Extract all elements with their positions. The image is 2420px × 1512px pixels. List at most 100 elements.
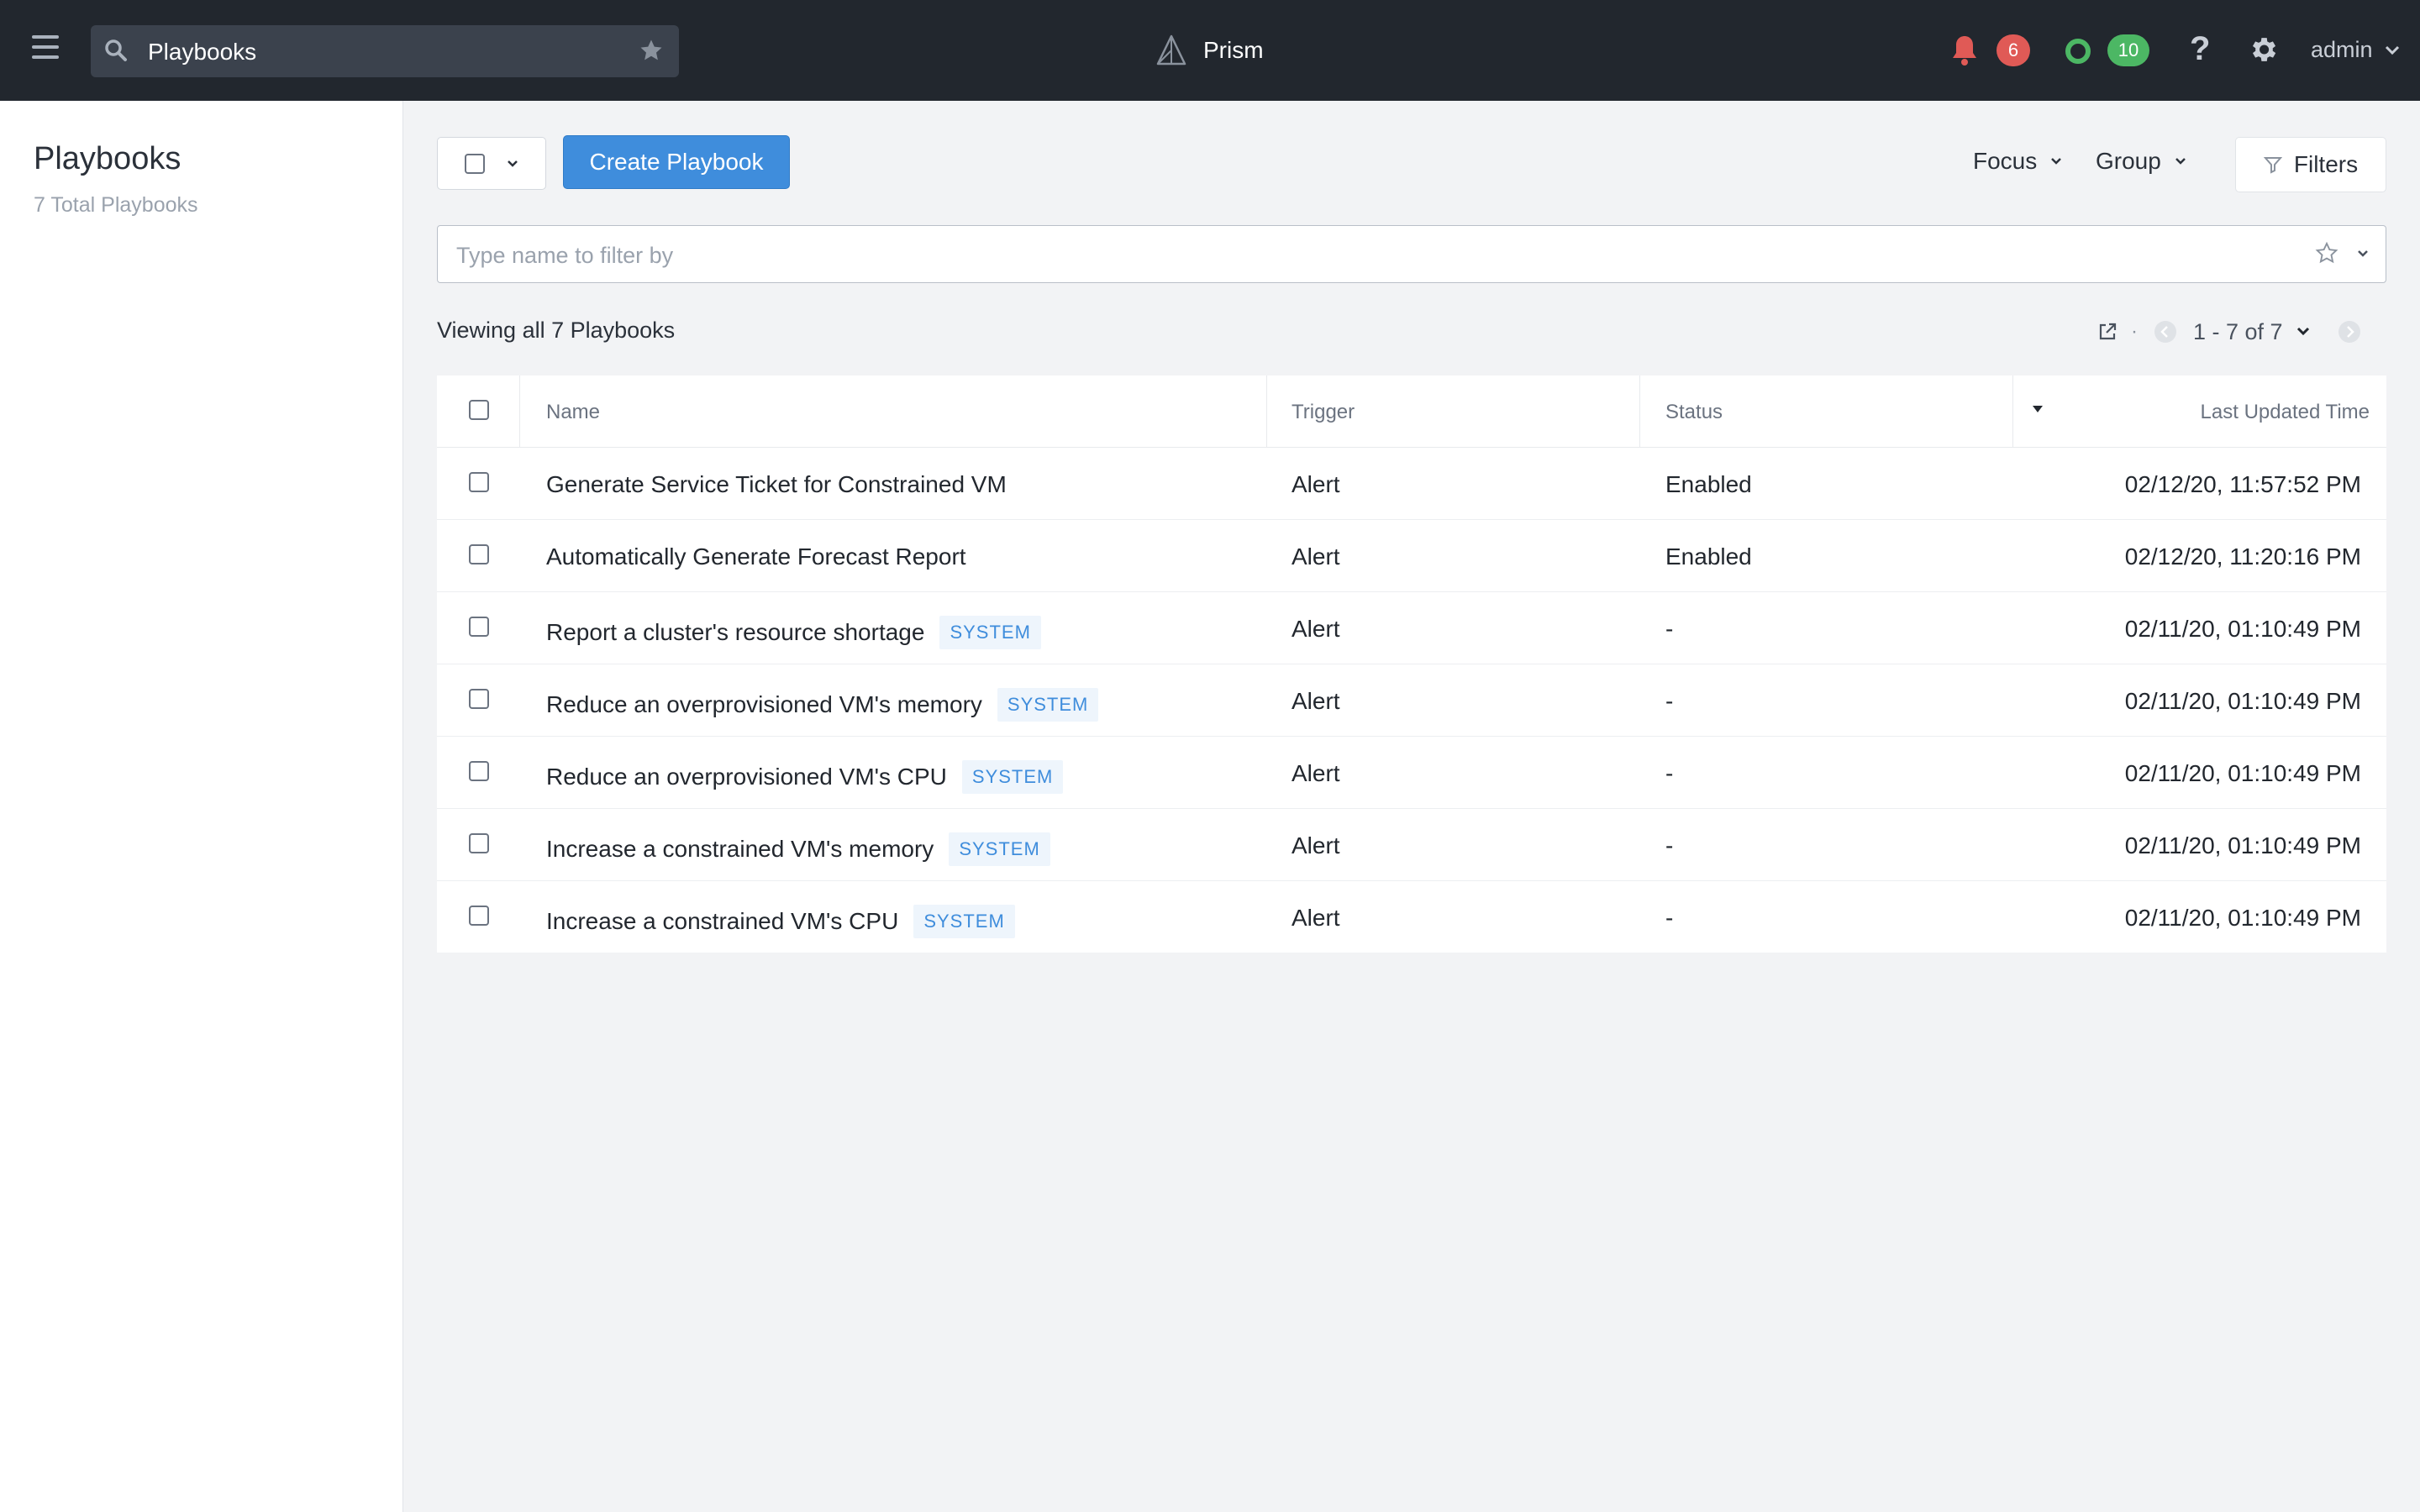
brand[interactable]: Prism [1155,32,1264,69]
brand-label: Prism [1203,37,1264,63]
task-count-badge[interactable]: 10 [2107,34,2149,66]
group-label: Group [2096,148,2161,174]
bulk-select-checkbox[interactable] [465,154,485,174]
sort-desc-icon[interactable] [2032,404,2044,414]
trigger-cell: Alert [1292,471,1340,497]
global-search-input[interactable]: Playbooks [91,25,679,77]
viewing-count-label: Viewing all 7 Playbooks [437,318,676,343]
filters-label: Filters [2293,151,2359,177]
playbook-name-cell: Generate Service Ticket for Constrained … [546,471,1007,498]
trigger-cell: Alert [1292,688,1340,714]
table-row[interactable]: Increase a constrained VM's CPU SYSTEM Ale… [437,881,2386,953]
status-cell: - [1665,688,1674,714]
system-tag: SYSTEM [949,832,1050,866]
column-divider [1639,375,1640,448]
status-cell: - [1665,760,1674,786]
playbook-name-link[interactable]: Increase a constrained VM's memory [546,836,934,863]
external-link-icon[interactable] [2097,322,2118,342]
pager-range[interactable]: 1 - 7 of 7 [2193,319,2283,345]
row-checkbox[interactable] [469,833,489,853]
trigger-cell: Alert [1292,832,1340,858]
chevron-right-circle-icon[interactable] [2337,319,2362,344]
table-row[interactable]: Report a cluster's resource shortage SYST… [437,592,2386,664]
column-divider [1266,375,1267,448]
create-playbook-button[interactable]: Create Playbook [563,135,790,189]
pagination: · 1 - 7 of 7 [2097,316,2362,348]
row-checkbox[interactable] [469,617,489,637]
bell-icon[interactable] [1949,34,1980,67]
chevron-down-icon [508,160,518,167]
playbook-name-cell: Automatically Generate Forecast Report [546,543,966,570]
playbook-name-link[interactable]: Reduce an overprovisioned VM's memory [546,691,982,718]
column-header-name[interactable]: Name [546,401,600,424]
focus-dropdown[interactable]: Focus [1973,148,2062,175]
row-checkbox[interactable] [469,906,489,926]
table-row[interactable]: Generate Service Ticket for Constrained … [437,448,2386,520]
chevron-down-icon [2051,158,2062,165]
status-cell: - [1665,832,1674,858]
star-outline-icon[interactable] [2315,241,2338,265]
left-panel: Playbooks 7 Total Playbooks [0,101,403,1512]
table-row[interactable]: Reduce an overprovisioned VM's memory SYS… [437,664,2386,737]
filters-button[interactable]: Filters [2235,137,2386,192]
hamburger-icon[interactable] [32,35,59,62]
playbook-name-link[interactable]: Report a cluster's resource shortage [546,619,924,646]
last-updated-cell: 02/11/20, 01:10:49 PM [2124,832,2361,858]
star-icon[interactable] [639,38,664,63]
last-updated-cell: 02/11/20, 01:10:49 PM [2124,760,2361,786]
system-tag: SYSTEM [997,688,1099,722]
system-tag: SYSTEM [939,616,1041,649]
chevron-down-icon[interactable] [2296,327,2310,337]
task-ring-icon[interactable] [2063,36,2093,66]
status-cell: - [1665,905,1674,931]
user-menu[interactable]: admin [2311,37,2400,63]
global-search-value: Playbooks [148,39,257,65]
trigger-cell: Alert [1292,905,1340,931]
funnel-icon [2263,157,2282,174]
last-updated-cell: 02/11/20, 01:10:49 PM [2124,616,2361,642]
row-checkbox[interactable] [469,689,489,709]
select-all-checkbox[interactable] [469,400,489,420]
row-checkbox[interactable] [469,761,489,781]
focus-label: Focus [1973,148,2038,174]
last-updated-cell: 02/12/20, 11:20:16 PM [2124,543,2361,570]
page-title: Playbooks [34,141,182,176]
pager-separator: · [2131,320,2138,343]
bulk-select-dropdown[interactable] [437,137,546,190]
chevron-down-icon [2175,158,2186,165]
playbook-name-link[interactable]: Increase a constrained VM's CPU [546,908,898,935]
help-icon[interactable]: ? [2190,30,2210,68]
playbook-name-cell: Reduce an overprovisioned VM's CPU SYSTEM [546,760,1064,794]
chevron-left-circle-icon[interactable] [2153,319,2178,344]
trigger-cell: Alert [1292,760,1340,786]
alert-count-badge[interactable]: 6 [1996,34,2030,66]
playbook-name-cell: Reduce an overprovisioned VM's memory SYS… [546,688,1099,722]
last-updated-cell: 02/11/20, 01:10:49 PM [2124,688,2361,714]
trigger-cell: Alert [1292,543,1340,570]
row-checkbox[interactable] [469,472,489,492]
gear-icon[interactable] [2247,34,2279,66]
chevron-down-icon[interactable] [2357,249,2369,258]
playbooks-table: Name Trigger Status Last Updated Time Ge… [437,375,2386,953]
last-updated-cell: 02/12/20, 11:57:52 PM [2124,471,2361,497]
playbook-name-link[interactable]: Reduce an overprovisioned VM's CPU [546,764,947,790]
playbook-name-cell: Increase a constrained VM's CPU SYSTEM [546,905,1015,938]
filter-placeholder: Type name to filter by [456,243,674,268]
status-cell: Enabled [1665,543,1752,570]
column-header-last-updated[interactable]: Last Updated Time [2201,401,2370,424]
playbook-name-cell: Report a cluster's resource shortage SYST… [546,616,1041,649]
name-filter-input[interactable]: Type name to filter by [437,225,2386,283]
system-tag: SYSTEM [913,905,1015,938]
group-dropdown[interactable]: Group [2096,148,2186,175]
status-cell: Enabled [1665,471,1752,497]
table-row[interactable]: Reduce an overprovisioned VM's CPU SYSTEM… [437,737,2386,809]
table-row[interactable]: Increase a constrained VM's memory SYSTEM… [437,809,2386,881]
table-row[interactable]: Automatically Generate Forecast Report Al… [437,520,2386,592]
column-header-status[interactable]: Status [1665,401,1723,424]
column-header-trigger[interactable]: Trigger [1292,401,1355,424]
playbook-name-link[interactable]: Automatically Generate Forecast Report [546,543,966,570]
playbook-name-link[interactable]: Generate Service Ticket for Constrained … [546,471,1007,498]
row-checkbox[interactable] [469,544,489,564]
search-icon [105,39,127,61]
status-cell: - [1665,616,1674,642]
